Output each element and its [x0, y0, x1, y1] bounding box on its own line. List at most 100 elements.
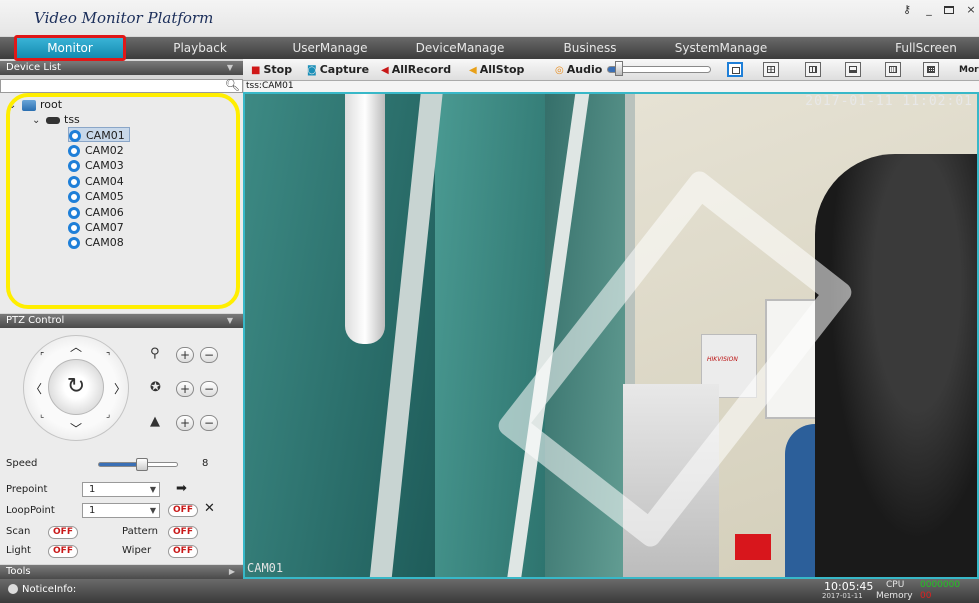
- layout-1plus5-button[interactable]: [845, 62, 861, 77]
- speed-slider-handle[interactable]: [136, 458, 148, 471]
- arrow-down-icon[interactable]: ﹀: [70, 420, 82, 437]
- tree-item-cam06[interactable]: CAM06: [68, 205, 128, 220]
- tree-item-cam04[interactable]: CAM04: [68, 174, 128, 189]
- arrow-up-right-icon[interactable]: ⌝: [106, 352, 110, 362]
- zoom-in-button[interactable]: +: [176, 347, 194, 363]
- layout-1x1-button[interactable]: [727, 62, 743, 77]
- go-arrow-icon[interactable]: ➡: [176, 481, 187, 496]
- expand-icon[interactable]: ▶: [229, 565, 235, 579]
- light-label: Light: [6, 545, 31, 556]
- iris-minus-button[interactable]: −: [200, 415, 218, 431]
- tools-header[interactable]: Tools ▶: [0, 565, 243, 579]
- tree-item-cam07[interactable]: CAM07: [68, 220, 128, 235]
- camera-icon: [68, 207, 80, 219]
- camera-icon: ◙: [307, 65, 317, 76]
- tree-node-tss[interactable]: ⌄ tss: [32, 113, 80, 127]
- tools-title: Tools: [6, 566, 31, 577]
- nav-devicemanage[interactable]: DeviceManage: [410, 37, 510, 59]
- allrecord-label: AllRecord: [391, 63, 452, 76]
- arrow-left-icon[interactable]: 〈: [30, 380, 42, 397]
- stop-button[interactable]: ■ Stop: [251, 62, 292, 78]
- more-button[interactable]: More: [959, 62, 979, 78]
- close-button[interactable]: ×: [962, 2, 979, 18]
- device-search-input[interactable]: 🔍︎: [0, 78, 243, 93]
- camera-icon: [68, 237, 80, 249]
- camera-label: CAM03: [85, 159, 124, 172]
- chevron-down-icon: ▼: [149, 485, 156, 494]
- allstop-button[interactable]: ◀ AllStop: [469, 62, 524, 78]
- arrow-right-icon[interactable]: 〉: [114, 380, 126, 397]
- notice-info: NoticeInfo:: [8, 584, 76, 595]
- chevron-down-icon[interactable]: ⌄: [8, 99, 22, 113]
- zoom-out-button[interactable]: −: [200, 347, 218, 363]
- nav-business[interactable]: Business: [540, 37, 640, 59]
- nav-usermanage[interactable]: UserManage: [280, 37, 380, 59]
- cpu-meter: 0000000: [920, 580, 961, 590]
- brand-sign: HIKVISION: [707, 356, 738, 363]
- camera-icon: [68, 191, 80, 203]
- nav-monitor[interactable]: Monitor: [14, 35, 126, 61]
- tools-icon[interactable]: ✕: [204, 501, 215, 516]
- arrow-up-left-icon[interactable]: ⌜: [40, 352, 44, 362]
- tree-node-root[interactable]: ⌄ root: [8, 98, 62, 112]
- key-icon[interactable]: ⚷: [898, 2, 916, 18]
- capture-label: Capture: [319, 63, 370, 76]
- tree-item-cam02[interactable]: CAM02: [68, 143, 128, 158]
- arrow-up-icon[interactable]: ︿: [70, 338, 82, 355]
- main-nav: Monitor Playback UserManage DeviceManage…: [0, 35, 979, 61]
- layout-5x5-button[interactable]: [923, 62, 939, 77]
- zoom-icon: ⚲: [150, 346, 160, 361]
- focus-plus-button[interactable]: +: [176, 381, 194, 397]
- nav-systemmanage[interactable]: SystemManage: [666, 37, 776, 59]
- layout-4x4-button[interactable]: [885, 62, 901, 77]
- tree-item-cam05[interactable]: CAM05: [68, 189, 128, 204]
- pattern-toggle[interactable]: OFF: [168, 526, 198, 539]
- device-list-title: Device List: [6, 62, 61, 73]
- search-icon[interactable]: 🔍︎: [225, 78, 240, 92]
- tree-node-label: tss: [64, 113, 80, 126]
- allrecord-button[interactable]: ◀ AllRecord: [381, 62, 451, 78]
- wiper-toggle[interactable]: OFF: [168, 545, 198, 558]
- layout-2x2-button[interactable]: [763, 62, 779, 77]
- collapse-icon[interactable]: ▼: [227, 61, 233, 75]
- device-list-header[interactable]: Device List ▼: [0, 61, 243, 75]
- network-icon: [22, 99, 36, 111]
- camera-label: CAM07: [85, 221, 124, 234]
- nav-fullscreen[interactable]: FullScreen: [876, 37, 976, 59]
- arrow-down-left-icon[interactable]: ⌞: [40, 410, 44, 420]
- tree-item-cam01[interactable]: CAM01: [68, 127, 130, 142]
- scan-toggle[interactable]: OFF: [48, 526, 78, 539]
- iris-plus-button[interactable]: +: [176, 415, 194, 431]
- prepoint-value: 1: [89, 484, 96, 495]
- tree-item-cam03[interactable]: CAM03: [68, 158, 128, 173]
- allstop-label: AllStop: [479, 63, 525, 76]
- layout-2x2-icon: [767, 66, 775, 73]
- collapse-icon[interactable]: ▼: [227, 314, 233, 328]
- layout-3x3-button[interactable]: [805, 62, 821, 77]
- light-toggle[interactable]: OFF: [48, 545, 78, 558]
- audio-button[interactable]: ◎ Audio: [555, 62, 602, 78]
- device-tree: ⌄ root ⌄ tss CAM01 CAM02 CAM03 CAM04 CAM05…: [0, 93, 243, 313]
- video-viewport[interactable]: HIKVISION 2017-01-11 11:02:01 CAM01: [243, 92, 979, 579]
- video-timestamp: 2017-01-11 11:02:01: [805, 94, 973, 109]
- memory-label: Memory: [876, 591, 913, 601]
- ptz-header[interactable]: PTZ Control ▼: [0, 314, 243, 328]
- refresh-icon[interactable]: ↻: [48, 359, 104, 415]
- minimize-button[interactable]: _: [920, 2, 938, 18]
- maximize-button[interactable]: [940, 2, 958, 18]
- title-bar: Video Monitor Platform ⚷ _ ×: [0, 0, 979, 36]
- layout-1plus5-icon: [849, 66, 857, 73]
- arrow-down-right-icon[interactable]: ⌟: [106, 410, 110, 420]
- focus-minus-button[interactable]: −: [200, 381, 218, 397]
- tree-item-cam08[interactable]: CAM08: [68, 235, 128, 250]
- looppoint-toggle[interactable]: OFF: [168, 504, 198, 517]
- capture-button[interactable]: ◙ Capture: [307, 62, 369, 78]
- tree-node-label: root: [40, 98, 63, 111]
- audio-icon: ◎: [555, 65, 564, 76]
- looppoint-select[interactable]: 1 ▼: [82, 503, 160, 518]
- nav-playback[interactable]: Playback: [150, 37, 250, 59]
- prepoint-select[interactable]: 1 ▼: [82, 482, 160, 497]
- camera-icon: [69, 130, 81, 142]
- chevron-down-icon[interactable]: ⌄: [32, 114, 46, 128]
- audio-volume-handle[interactable]: [615, 61, 624, 76]
